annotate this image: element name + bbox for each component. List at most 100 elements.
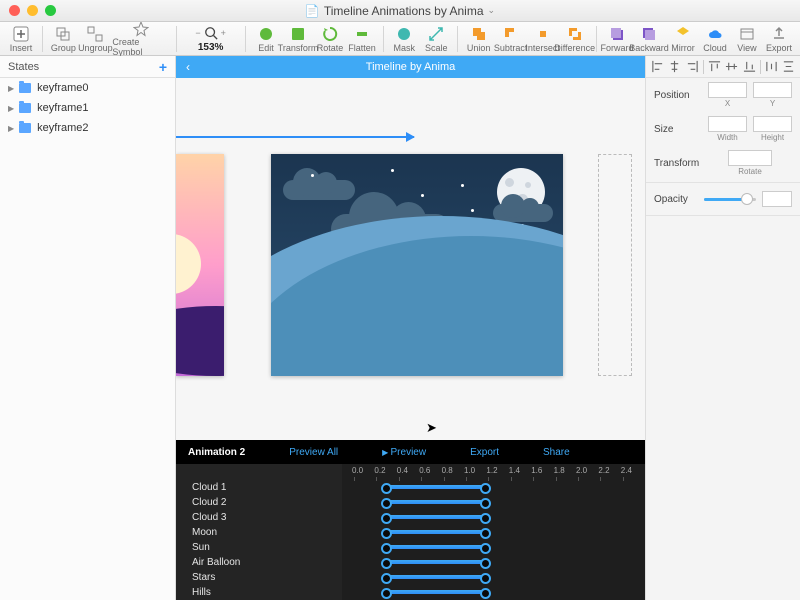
size-height-input[interactable] xyxy=(753,116,792,132)
window-title[interactable]: 📄Timeline Animations by Anima⌄ xyxy=(305,4,495,18)
timeline-export-button[interactable]: Export xyxy=(470,447,499,458)
layer-row[interactable]: ▶ keyframe2 xyxy=(0,118,175,138)
keyframe-start-handle[interactable] xyxy=(381,483,392,494)
keyframe-end-handle[interactable] xyxy=(480,573,491,584)
keyframe-end-handle[interactable] xyxy=(480,588,491,599)
timeline-clip[interactable] xyxy=(386,545,487,549)
window-close-button[interactable] xyxy=(9,5,20,16)
artboard-keyframe-day[interactable] xyxy=(176,154,224,376)
forward-button[interactable]: Forward xyxy=(602,23,632,55)
keyframe-end-handle[interactable] xyxy=(480,483,491,494)
distribute-h-button[interactable] xyxy=(764,60,779,74)
artboard-keyframe-night[interactable] xyxy=(271,154,563,376)
timeline-ruler[interactable]: 0.00.20.40.60.81.01.21.41.61.82.02.22.4 xyxy=(352,466,645,480)
window-maximize-button[interactable] xyxy=(45,5,56,16)
position-x-input[interactable] xyxy=(708,82,747,98)
timeline-layer-row[interactable]: Stars xyxy=(176,570,342,585)
keyframe-start-handle[interactable] xyxy=(381,558,392,569)
rotate-input[interactable] xyxy=(728,150,772,166)
keyframe-start-handle[interactable] xyxy=(381,513,392,524)
transform-button[interactable]: Transform xyxy=(283,23,313,55)
timeline-track[interactable] xyxy=(352,480,645,495)
back-button[interactable]: ‹ xyxy=(186,60,190,74)
backward-button[interactable]: Backward xyxy=(634,23,664,55)
timeline-layer-row[interactable]: Air Balloon xyxy=(176,555,342,570)
preview-button[interactable]: Preview xyxy=(382,447,426,458)
timeline-layer-row[interactable]: Hills xyxy=(176,585,342,600)
add-state-button[interactable]: + xyxy=(159,59,167,75)
timeline-track[interactable] xyxy=(352,585,645,600)
disclosure-triangle-icon[interactable]: ▶ xyxy=(8,84,14,93)
view-button[interactable]: View xyxy=(732,23,762,55)
keyframe-end-handle[interactable] xyxy=(480,498,491,509)
position-y-input[interactable] xyxy=(753,82,792,98)
rotate-button[interactable]: Rotate xyxy=(315,23,345,55)
export-button[interactable]: Export xyxy=(764,23,794,55)
group-button[interactable]: Group xyxy=(48,23,78,55)
timeline-track[interactable] xyxy=(352,540,645,555)
keyframe-start-handle[interactable] xyxy=(381,528,392,539)
mask-button[interactable]: Mask xyxy=(389,23,419,55)
align-right-button[interactable] xyxy=(685,60,700,74)
timeline-clip[interactable] xyxy=(386,485,487,489)
share-button[interactable]: Share xyxy=(543,447,570,458)
keyframe-end-handle[interactable] xyxy=(480,558,491,569)
keyframe-start-handle[interactable] xyxy=(381,588,392,599)
timeline-layer-row[interactable]: Moon xyxy=(176,525,342,540)
opacity-input[interactable] xyxy=(762,191,792,207)
opacity-slider[interactable] xyxy=(704,198,756,201)
difference-button[interactable]: Difference xyxy=(560,23,590,55)
animation-name[interactable]: Animation 2 xyxy=(188,447,245,458)
timeline-track[interactable] xyxy=(352,525,645,540)
timeline-layer-row[interactable]: Cloud 2 xyxy=(176,495,342,510)
window-minimize-button[interactable] xyxy=(27,5,38,16)
layer-row[interactable]: ▶keyframe1 xyxy=(0,98,175,118)
intersect-button[interactable]: Intersect xyxy=(528,23,558,55)
zoom-control[interactable]: −+ 153% xyxy=(183,24,239,53)
align-left-button[interactable] xyxy=(650,60,665,74)
keyframe-end-handle[interactable] xyxy=(480,543,491,554)
disclosure-triangle-icon[interactable]: ▶ xyxy=(8,124,14,133)
timeline-clip[interactable] xyxy=(386,560,487,564)
size-width-input[interactable] xyxy=(708,116,747,132)
ungroup-button[interactable]: Ungroup xyxy=(80,23,110,55)
timeline-layer-row[interactable]: Sun xyxy=(176,540,342,555)
keyframe-start-handle[interactable] xyxy=(381,543,392,554)
keyframe-end-handle[interactable] xyxy=(480,513,491,524)
timeline-clip[interactable] xyxy=(386,530,487,534)
timeline-layer-row[interactable]: Cloud 3 xyxy=(176,510,342,525)
subtract-button[interactable]: Subtract xyxy=(496,23,526,55)
timeline-clip[interactable] xyxy=(386,590,487,594)
align-center-h-button[interactable] xyxy=(668,60,683,74)
timeline-track[interactable] xyxy=(352,510,645,525)
keyframe-end-handle[interactable] xyxy=(480,528,491,539)
layer-row[interactable]: ▶keyframe0 xyxy=(0,78,175,98)
insert-button[interactable]: Insert xyxy=(6,23,36,55)
align-center-v-button[interactable] xyxy=(724,60,739,74)
scale-button[interactable]: Scale xyxy=(421,23,451,55)
disclosure-triangle-icon[interactable]: ▶ xyxy=(8,104,14,113)
edit-button[interactable]: Edit xyxy=(251,23,281,55)
align-top-button[interactable] xyxy=(707,60,722,74)
cloud-button[interactable]: Cloud xyxy=(700,23,730,55)
preview-all-button[interactable]: Preview All xyxy=(289,447,338,458)
union-button[interactable]: Union xyxy=(464,23,494,55)
timeline-clip[interactable] xyxy=(386,515,487,519)
timeline-clip[interactable] xyxy=(386,500,487,504)
align-bottom-button[interactable] xyxy=(742,60,757,74)
timeline-clip[interactable] xyxy=(386,575,487,579)
keyframe-start-handle[interactable] xyxy=(381,498,392,509)
timeline-tracks[interactable]: 0.00.20.40.60.81.01.21.41.61.82.02.22.4 xyxy=(342,464,645,600)
timeline-track[interactable] xyxy=(352,555,645,570)
distribute-v-button[interactable] xyxy=(781,60,796,74)
mirror-button[interactable]: Mirror xyxy=(668,23,698,55)
layer-label: keyframe2 xyxy=(37,122,88,134)
canvas-area[interactable]: ➤ xyxy=(176,78,645,440)
keyframe-start-handle[interactable] xyxy=(381,573,392,584)
timeline-layer-row[interactable]: Cloud 1 xyxy=(176,480,342,495)
timeline-track[interactable] xyxy=(352,495,645,510)
create-symbol-button[interactable]: Create Symbol xyxy=(112,23,170,55)
flatten-button[interactable]: Flatten xyxy=(347,23,377,55)
timeline-track[interactable] xyxy=(352,570,645,585)
artboard-placeholder[interactable] xyxy=(598,154,632,376)
